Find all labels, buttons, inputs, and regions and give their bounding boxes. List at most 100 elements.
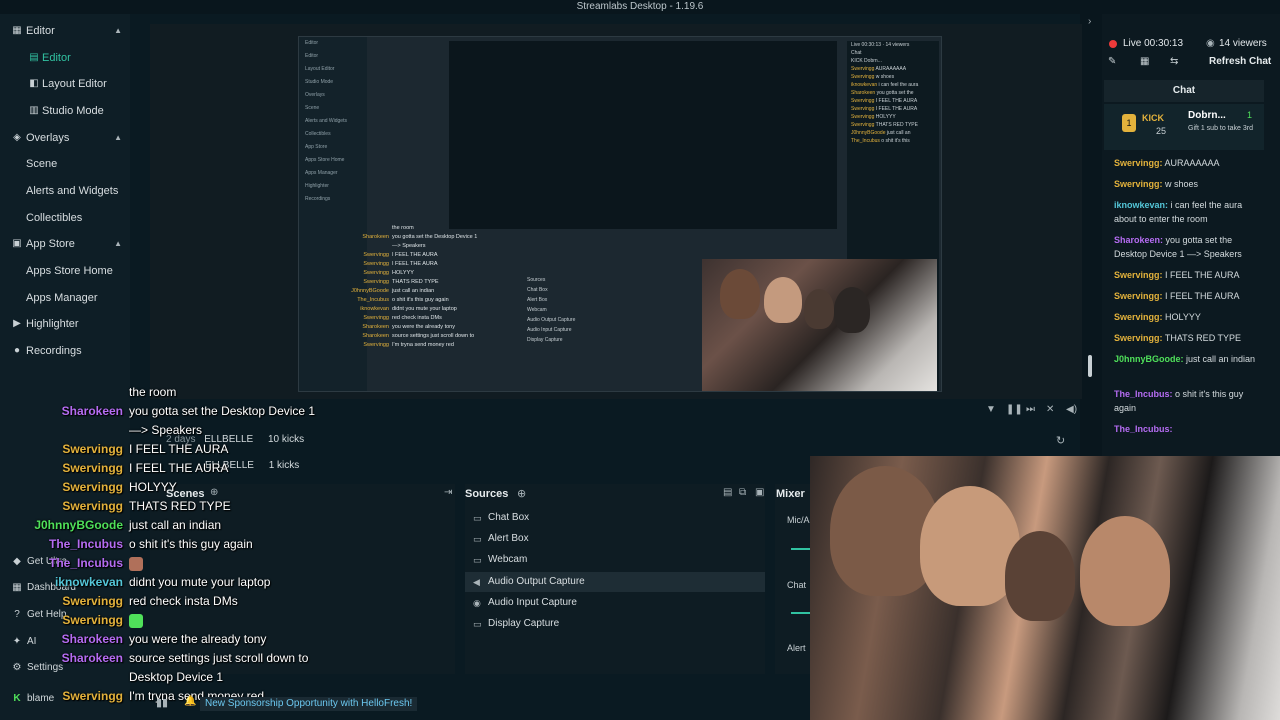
chat-username[interactable]: Sharokeen:: [1114, 235, 1163, 245]
sidebar-item-apps-store-home[interactable]: Apps Store Home: [0, 258, 130, 284]
sidebar-section-overlays[interactable]: ◈ Overlays ▲: [0, 125, 130, 151]
edit-icon[interactable]: ✎: [1108, 56, 1116, 67]
source-audio-output-capture[interactable]: ◀ Audio Output Capture: [465, 572, 765, 592]
share-icon[interactable]: ⇆: [1170, 56, 1178, 67]
chat-message: didnt you mute your laptop: [129, 575, 271, 589]
sidebar-item-alerts-widgets[interactable]: Alerts and Widgets: [0, 178, 130, 204]
mute-alerts-icon[interactable]: ✕: [1046, 404, 1054, 415]
mixer-panel: Mixer Mic/A Chat Alert: [775, 484, 811, 674]
mixer-title: Mixer: [776, 488, 805, 500]
sidebar-item-studio-mode[interactable]: ▥ Studio Mode: [0, 98, 130, 124]
source-alert-box[interactable]: ▭ Alert Box: [465, 529, 765, 549]
sidebar-section-app-store[interactable]: ▣ App Store ▲: [0, 231, 130, 257]
chat-message-row: Swervingg: I FEEL THE AURA: [1114, 268, 1264, 282]
source-webcam[interactable]: ▭ Webcam: [465, 550, 765, 570]
chat-message: just call an indian: [129, 518, 222, 532]
chat-username: The_Incubus: [48, 537, 123, 551]
stream-preview[interactable]: Editor Editor Layout Editor Studio Mode Over…: [150, 24, 1082, 399]
stats-icon[interactable]: ▮▮: [156, 696, 168, 709]
source-display-capture[interactable]: ▭ Display Capture: [465, 614, 765, 634]
source-audio-input-capture[interactable]: ◉ Audio Input Capture: [465, 593, 765, 613]
layout-editor-icon: ◧: [29, 78, 39, 89]
chat-message-row: Swervingg: THATS RED TYPE: [1114, 331, 1264, 345]
mixer-item-mic: Mic/A: [787, 515, 810, 525]
refresh-chat-button[interactable]: Refresh Chat: [1209, 56, 1271, 67]
chat-message-row: Swervingg: w shoes: [1114, 177, 1264, 191]
scene-collapse-icon[interactable]: ⇥: [444, 487, 452, 498]
pause-icon[interactable]: ❚❚: [1006, 404, 1023, 415]
viewers-icon: ◉: [1206, 38, 1215, 49]
chat-username: Swervingg: [62, 461, 123, 475]
chat-username[interactable]: iknowkevan:: [1114, 200, 1168, 210]
sidebar-item-layout-editor[interactable]: ◧ Layout Editor: [0, 71, 130, 97]
chevron-up-icon: ▲: [114, 133, 122, 142]
chat-username[interactable]: J0hnnyBGoode:: [1114, 354, 1184, 364]
sponsorship-notification[interactable]: New Sponsorship Opportunity with HelloFr…: [200, 697, 418, 711]
chat-message-row: J0hnnyBGoode: just call an indian: [1114, 352, 1264, 366]
chat-message-row: The_Incubus: o shit it's this guy again: [1114, 387, 1264, 415]
app-store-icon: ▣: [12, 238, 22, 249]
alert-box-icon: ▭: [473, 534, 482, 544]
chat-username[interactable]: Swervingg:: [1114, 158, 1163, 168]
mixer-item-chat: Chat: [787, 580, 807, 590]
chat-message-text: AURAAAAAA: [1162, 158, 1220, 168]
collapse-chat-icon[interactable]: ›: [1088, 16, 1091, 27]
chat-username: Sharokeen: [61, 651, 123, 665]
add-source-icon[interactable]: ⊕: [517, 487, 526, 500]
chat-message: [129, 555, 143, 571]
mixer-item-alert: Alert: [787, 643, 806, 653]
source-chat-box[interactable]: ▭ Chat Box: [465, 508, 765, 528]
speaker-icon: ◀: [473, 577, 480, 587]
sidebar-item-highlighter[interactable]: ▶ Highlighter: [0, 311, 130, 337]
refresh-icon[interactable]: ↻: [1056, 434, 1065, 447]
skip-icon[interactable]: ⏭: [1026, 404, 1035, 415]
sidebar-item-collectibles[interactable]: Collectibles: [0, 205, 130, 231]
chat-username[interactable]: The_Incubus:: [1114, 389, 1173, 399]
chat-username[interactable]: The_Incubus:: [1114, 424, 1173, 434]
mixer-level-bar[interactable]: [791, 612, 811, 614]
webcam-preview: [702, 259, 937, 391]
webcam-overlay: [810, 456, 1280, 720]
highlighter-icon: ▶: [13, 318, 21, 329]
sidebar-item-recordings[interactable]: ● Recordings: [0, 338, 130, 364]
chat-message: Desktop Device 1: [129, 670, 224, 684]
theater-icon[interactable]: ▦: [1140, 56, 1149, 67]
chat-message: source settings just scroll down to: [129, 651, 309, 665]
chat-overlay: the room Sharokeen you gotta set the Deskt…: [0, 384, 330, 703]
source-folder-icon[interactable]: ▤: [723, 487, 732, 498]
volume-icon[interactable]: ◀): [1066, 404, 1077, 415]
microphone-icon: ◉: [473, 598, 481, 608]
chat-message: red check insta DMs: [129, 594, 238, 608]
chat-username[interactable]: Swervingg:: [1114, 291, 1163, 301]
chat-username: Swervingg: [62, 594, 123, 608]
chat-username[interactable]: Swervingg:: [1114, 333, 1163, 343]
chat-message-row: Swervingg: HOLYYY: [1114, 310, 1264, 324]
editor-icon: ▦: [12, 25, 22, 36]
sidebar-item-scene[interactable]: Scene: [0, 151, 130, 177]
chat-username: Swervingg: [62, 480, 123, 494]
chat-title: Chat: [1104, 80, 1264, 102]
source-copy-icon[interactable]: ⧉: [739, 487, 746, 498]
chat-message: I FEEL THE AURA: [129, 442, 229, 456]
emote-icon: [129, 613, 143, 628]
chat-username[interactable]: Swervingg:: [1114, 179, 1163, 189]
chat-message: THATS RED TYPE: [129, 499, 231, 513]
chat-username[interactable]: Swervingg:: [1114, 312, 1163, 322]
filter-icon[interactable]: ▼: [986, 404, 996, 415]
overlays-icon: ◈: [13, 132, 21, 143]
chat-username[interactable]: Swervingg:: [1114, 270, 1163, 280]
chat-message: I FEEL THE AURA: [129, 461, 229, 475]
sidebar-item-apps-manager[interactable]: Apps Manager: [0, 285, 130, 311]
sources-title: Sources: [465, 488, 509, 500]
chat-message-text: HOLYYY: [1162, 312, 1201, 322]
chat-username: The_Incubus: [48, 556, 123, 570]
notification-icon[interactable]: 🔔: [184, 696, 196, 707]
sidebar-section-editor[interactable]: ▦ Editor ▲: [0, 18, 130, 44]
source-group-icon[interactable]: ▣: [755, 487, 764, 498]
preview-scrollbar[interactable]: [1088, 355, 1092, 377]
sidebar-item-editor[interactable]: ▤ Editor: [0, 45, 130, 71]
window-title: Streamlabs Desktop - 1.19.6: [0, 0, 1280, 14]
chat-message-text: I FEEL THE AURA: [1162, 270, 1240, 280]
mixer-level-bar[interactable]: [791, 548, 811, 550]
chat-message-text: just call an indian: [1183, 354, 1256, 364]
